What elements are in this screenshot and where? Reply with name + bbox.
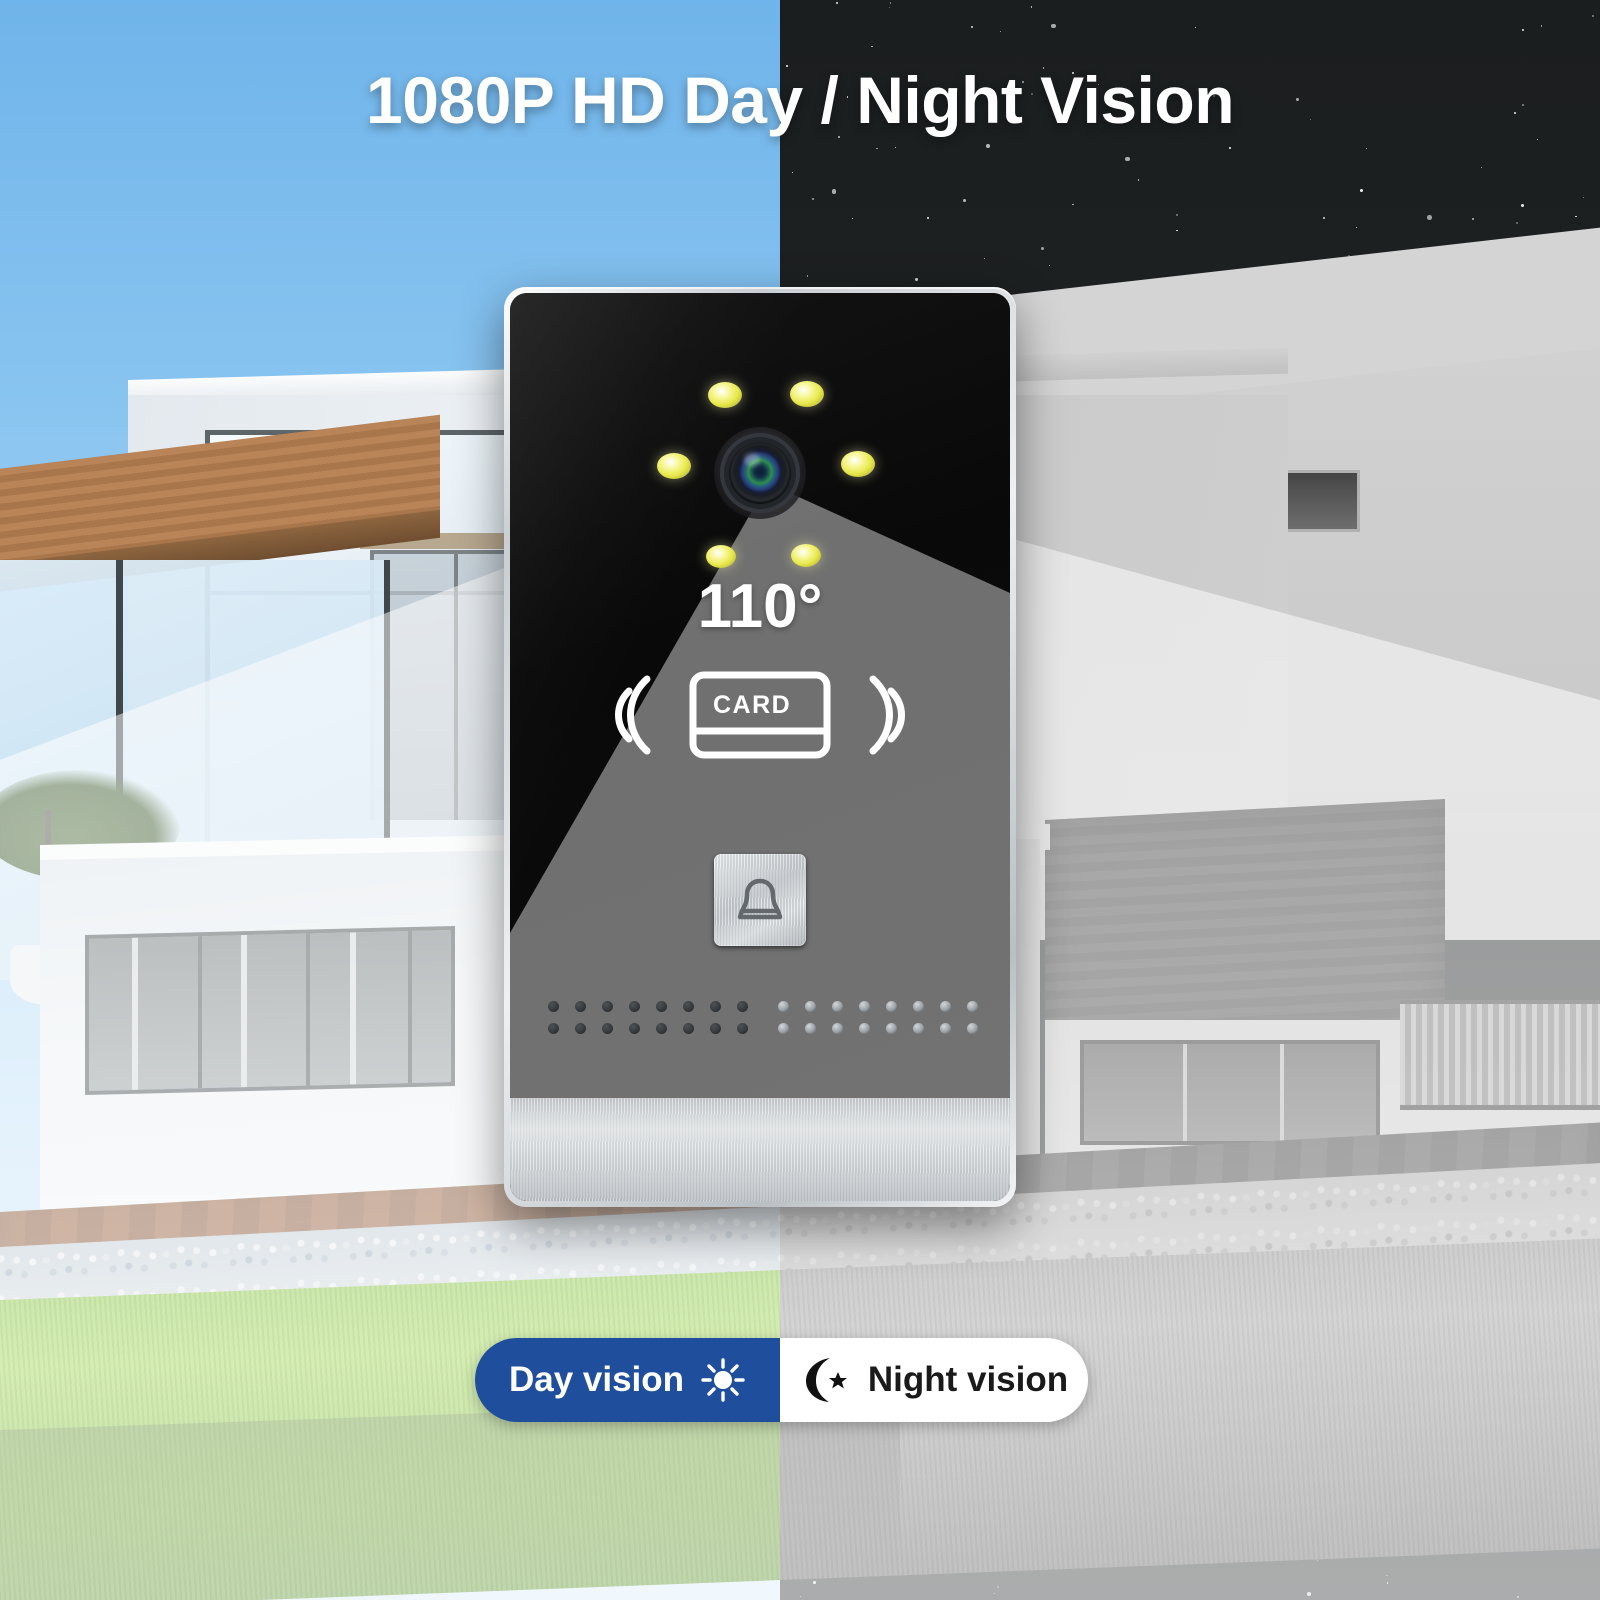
- lawn-shadow: [0, 1399, 900, 1600]
- day-vision-badge[interactable]: Day vision: [475, 1338, 780, 1422]
- night-vision-label: Night vision: [867, 1360, 1069, 1399]
- product-marketing-image: 1080P HD Day / Night Vision 110° CARD Da…: [0, 0, 1600, 1600]
- ir-led-top-right: [790, 381, 824, 407]
- day-vision-label: Day vision: [508, 1360, 685, 1399]
- lower-window-band: [85, 926, 455, 1095]
- brushed-metal-base: [510, 1098, 1010, 1201]
- doorbell-button[interactable]: [714, 854, 806, 946]
- page-title: 1080P HD Day / Night Vision: [365, 63, 1235, 137]
- speaker-grille-right: [778, 1001, 978, 1034]
- wood-cladding-panel: [1045, 799, 1445, 1050]
- card-label: CARD: [713, 691, 791, 719]
- ir-led-top-left: [708, 382, 742, 408]
- doorbell-bell-icon: [737, 878, 783, 920]
- rfid-reader-icon: CARD: [510, 665, 1010, 765]
- rf-wave-right-icon: [869, 675, 905, 755]
- ir-led-bottom-right: [791, 544, 821, 567]
- night-vision-badge[interactable]: Night vision: [780, 1338, 1088, 1422]
- device-face: 110° CARD: [510, 293, 1010, 1201]
- speaker-grille-left: [548, 1001, 748, 1034]
- access-card-icon: CARD: [689, 671, 831, 759]
- ir-led-mid-left: [657, 453, 691, 479]
- rf-wave-left-icon: [615, 675, 651, 755]
- ir-led-mid-right: [841, 451, 875, 477]
- camera-lens-icon: [729, 442, 791, 504]
- ir-led-bottom-left: [706, 545, 736, 568]
- balcony-railing: [1400, 1000, 1600, 1110]
- viewing-angle-label: 110°: [697, 572, 823, 641]
- sun-icon: [701, 1358, 745, 1402]
- crescent-moon-star-icon: [805, 1358, 847, 1402]
- day-night-badge: Day vision Night vision: [475, 1338, 1088, 1422]
- lower-right-window: [1080, 1040, 1380, 1145]
- video-doorbell-device[interactable]: 110° CARD: [504, 287, 1016, 1207]
